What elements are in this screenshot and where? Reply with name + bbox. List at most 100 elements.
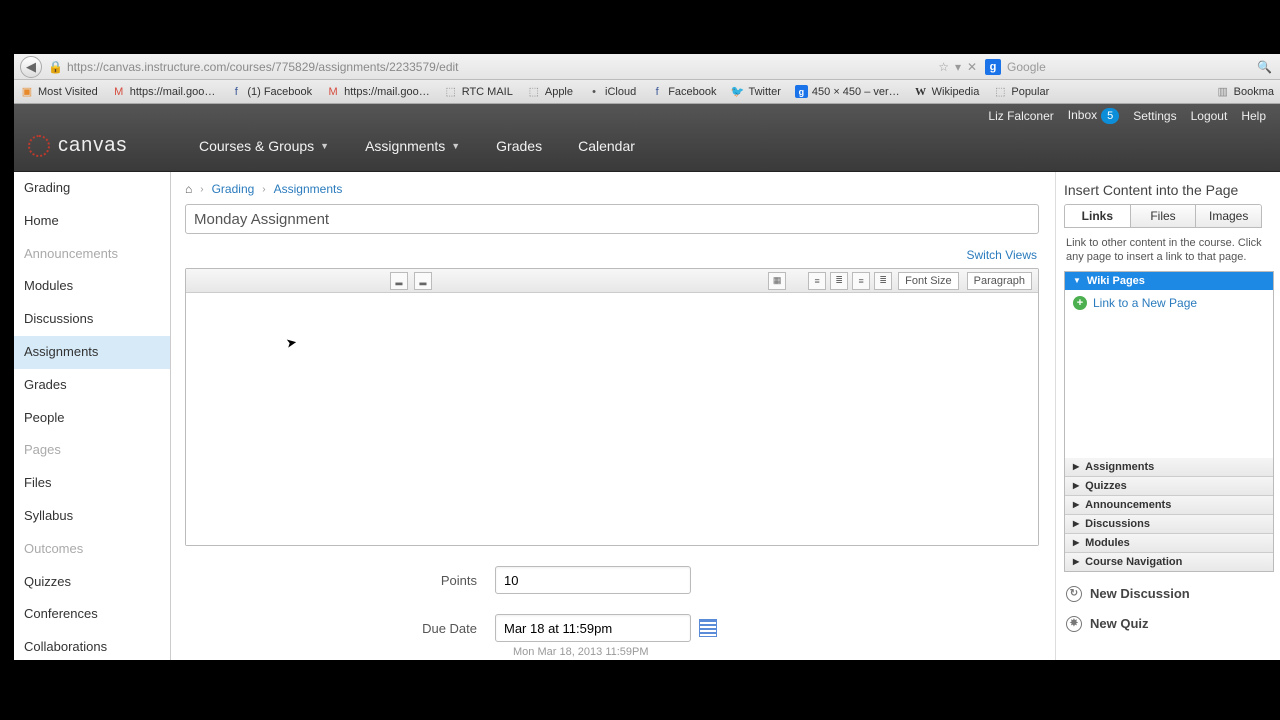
rte-align-icon[interactable]: ≡: [852, 272, 870, 290]
bookmark-item[interactable]: ⬚Popular: [993, 85, 1049, 99]
global-nav-item[interactable]: Courses & Groups▼: [199, 138, 329, 154]
course-nav-item[interactable]: Grading: [14, 172, 170, 205]
inbox-link[interactable]: Inbox5: [1068, 108, 1119, 124]
course-nav-item[interactable]: Assignments: [14, 336, 170, 369]
accordion-header[interactable]: ▶Announcements: [1065, 495, 1273, 514]
accordion-header[interactable]: ▶Discussions: [1065, 514, 1273, 533]
rte-btn[interactable]: ▂: [390, 272, 408, 290]
rte-table-icon[interactable]: ▦: [768, 272, 786, 290]
assignment-title-input[interactable]: [185, 204, 1039, 234]
calendar-icon[interactable]: [699, 619, 717, 637]
due-date-subtext: Mon Mar 18, 2013 11:59PM: [513, 646, 1039, 658]
refresh-icon: ↻: [1066, 586, 1082, 602]
breadcrumb-assignments[interactable]: Assignments: [274, 182, 343, 196]
course-nav-item[interactable]: Files: [14, 467, 170, 500]
course-nav-item[interactable]: Pages: [14, 434, 170, 467]
bookmark-item[interactable]: Mhttps://mail.goo…: [112, 85, 216, 99]
gear-icon: ✸: [1066, 616, 1082, 632]
due-date-label: Due Date: [185, 621, 495, 636]
bookmark-item[interactable]: ⬚RTC MAIL: [444, 85, 513, 99]
url-text[interactable]: https://canvas.instructure.com/courses/7…: [67, 60, 938, 74]
global-nav-item[interactable]: Calendar: [578, 138, 635, 154]
browser-url-bar: ◀ 🔒 https://canvas.instructure.com/cours…: [14, 54, 1280, 80]
app-header: Liz Falconer Inbox5 Settings Logout Help…: [14, 104, 1280, 172]
breadcrumb-grading[interactable]: Grading: [212, 182, 255, 196]
brand[interactable]: canvas: [28, 134, 127, 157]
bookmark-item[interactable]: fFacebook: [650, 85, 716, 99]
bookmark-item[interactable]: WWikipedia: [914, 85, 980, 99]
rte-body[interactable]: ➤: [186, 293, 1038, 545]
search-icon[interactable]: 🔍: [1257, 60, 1272, 74]
settings-link[interactable]: Settings: [1133, 109, 1176, 123]
rte-toolbar: ▂ ▂ ▦ ≡ ≣ ≡ ≣ Font Size Paragraph: [186, 269, 1038, 293]
home-icon[interactable]: ⌂: [185, 182, 192, 196]
bookmark-item[interactable]: ⬚Apple: [527, 85, 573, 99]
dropdown-caret-icon[interactable]: ▾: [955, 60, 961, 74]
course-nav-item[interactable]: Quizzes: [14, 566, 170, 599]
help-link[interactable]: Help: [1241, 109, 1266, 123]
due-date-input[interactable]: [495, 614, 691, 642]
wiki-pages-body: +Link to a New Page: [1065, 290, 1273, 458]
stop-reload-icon[interactable]: ✕: [967, 60, 977, 74]
accordion-header[interactable]: ▶Modules: [1065, 533, 1273, 552]
course-nav-item[interactable]: Announcements: [14, 238, 170, 271]
course-nav: GradingHomeAnnouncementsModulesDiscussio…: [14, 172, 171, 660]
bookmark-item[interactable]: 🐦Twitter: [731, 85, 781, 99]
rte-align-icon[interactable]: ≣: [830, 272, 848, 290]
link-new-page[interactable]: +Link to a New Page: [1073, 296, 1265, 310]
rte-font-size-select[interactable]: Font Size: [898, 272, 958, 290]
accordion-wiki-pages[interactable]: ▼Wiki Pages: [1065, 272, 1273, 290]
current-user-link[interactable]: Liz Falconer: [988, 109, 1053, 123]
global-nav-item[interactable]: Grades: [496, 138, 542, 154]
inbox-count-badge: 5: [1101, 108, 1119, 124]
chevron-down-icon: ▼: [451, 141, 460, 151]
new-discussion-button[interactable]: ↻New Discussion: [1066, 586, 1280, 602]
bookmark-item[interactable]: f(1) Facebook: [229, 85, 312, 99]
google-favicon-icon: g: [985, 59, 1001, 75]
content-tabs: LinksFilesImages: [1064, 204, 1262, 228]
plus-icon: +: [1073, 296, 1087, 310]
bookmark-item[interactable]: •iCloud: [587, 85, 636, 99]
new-quiz-button[interactable]: ✸New Quiz: [1066, 616, 1280, 632]
rte-align-icon[interactable]: ≣: [874, 272, 892, 290]
bookmark-item[interactable]: Mhttps://mail.goo…: [326, 85, 430, 99]
search-provider-field[interactable]: Google: [1007, 60, 1257, 74]
content-tab[interactable]: Links: [1065, 205, 1131, 227]
course-nav-item[interactable]: Syllabus: [14, 500, 170, 533]
rte-paragraph-select[interactable]: Paragraph: [967, 272, 1032, 290]
brand-name: canvas: [58, 134, 127, 157]
chevron-down-icon: ▼: [320, 141, 329, 151]
bookmark-star-icon[interactable]: ☆: [938, 60, 949, 74]
accordion-header[interactable]: ▶Quizzes: [1065, 476, 1273, 495]
global-nav-item[interactable]: Assignments▼: [365, 138, 460, 154]
accordion-header[interactable]: ▶Assignments: [1065, 458, 1273, 476]
bookmark-item[interactable]: ▣Most Visited: [20, 85, 98, 99]
content-tab[interactable]: Images: [1196, 205, 1261, 227]
rich-text-editor: ▂ ▂ ▦ ≡ ≣ ≡ ≣ Font Size Paragraph ➤: [185, 268, 1039, 546]
logout-link[interactable]: Logout: [1191, 109, 1228, 123]
browser-window: ◀ 🔒 https://canvas.instructure.com/cours…: [14, 54, 1280, 660]
switch-views-link[interactable]: Switch Views: [967, 248, 1037, 262]
course-nav-item[interactable]: Discussions: [14, 303, 170, 336]
course-nav-item[interactable]: Modules: [14, 270, 170, 303]
course-nav-item[interactable]: Home: [14, 205, 170, 238]
browser-back-button[interactable]: ◀: [20, 56, 42, 78]
links-help-text: Link to other content in the course. Cli…: [1066, 236, 1266, 265]
course-nav-item[interactable]: Grades: [14, 369, 170, 402]
points-input[interactable]: [495, 566, 691, 594]
rte-btn[interactable]: ▂: [414, 272, 432, 290]
lock-icon: 🔒: [48, 60, 63, 74]
points-label: Points: [185, 573, 495, 588]
bookmarks-overflow[interactable]: ▥Bookma: [1216, 85, 1274, 99]
course-nav-item[interactable]: People: [14, 402, 170, 435]
user-bar: Liz Falconer Inbox5 Settings Logout Help: [988, 108, 1266, 124]
rte-align-icon[interactable]: ≡: [808, 272, 826, 290]
page-body: GradingHomeAnnouncementsModulesDiscussio…: [14, 172, 1280, 660]
accordion-header[interactable]: ▶Course Navigation: [1065, 552, 1273, 571]
mouse-cursor-icon: ➤: [285, 334, 299, 352]
content-tab[interactable]: Files: [1131, 205, 1197, 227]
course-nav-item[interactable]: Outcomes: [14, 533, 170, 566]
course-nav-item[interactable]: Conferences: [14, 598, 170, 631]
bookmark-item[interactable]: g450 × 450 – ver…: [795, 85, 900, 98]
canvas-logo-icon: [28, 135, 50, 157]
